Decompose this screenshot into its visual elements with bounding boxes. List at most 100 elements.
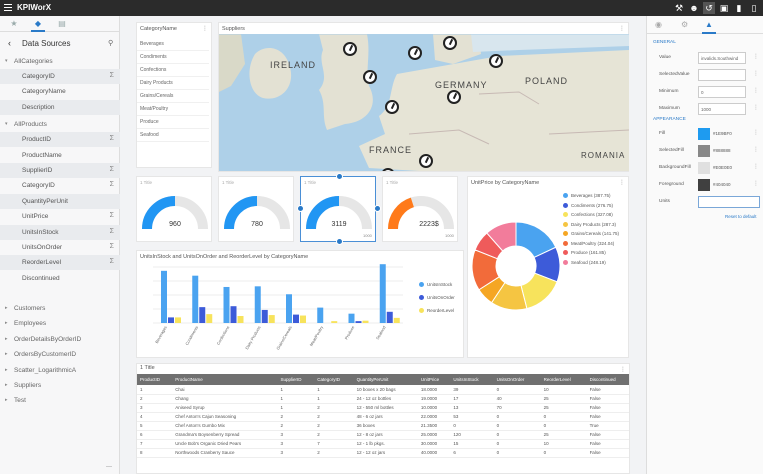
map-marker[interactable] [408,46,422,60]
reset-to-default-link[interactable]: Reset to default [725,214,757,219]
resize-handle[interactable] [336,238,343,245]
suppliers-map[interactable]: IRELAND GERMANY POLAND FRANCE ROMANIA [219,34,629,171]
settings-icon[interactable]: ⚙ [681,20,688,29]
share-icon[interactable]: ↺ [703,2,715,14]
user-icon[interactable]: ☻ [688,2,700,14]
grid-column-header[interactable]: Discontinued [586,374,629,385]
grid-column-header[interactable]: QuantityPerUnit [353,374,418,385]
tree-field[interactable]: CategoryID Σ [0,178,120,193]
tag-icon[interactable]: ◆ [32,19,44,29]
suppliers-map-panel[interactable]: Suppliers ⋮ IRELAND GERMANY POLAND FRANC… [218,22,629,172]
caret-right-icon[interactable]: ▸ [5,336,8,342]
property-menu-icon[interactable]: ⋮ [753,146,759,153]
tree-group[interactable]: ▾ AllCategories [0,54,120,69]
layout-icon[interactable]: ▮ [733,2,745,14]
grid-column-header[interactable]: SupplierID [277,374,315,385]
palette-icon[interactable]: ◉ [655,20,662,29]
grid-column-header[interactable]: UnitsOnOrder [493,374,541,385]
tree-group-collapsed[interactable]: ▸ Suppliers [0,378,120,393]
color-swatch[interactable] [698,179,710,191]
grid-column-header[interactable]: CategoryID [314,374,354,385]
resize-handle[interactable] [336,173,343,180]
window-icon[interactable]: ▯ [748,2,760,14]
caret-right-icon[interactable]: ▸ [5,397,8,403]
wrench-icon[interactable]: ⚒ [673,2,685,14]
table-row[interactable]: 7 Uncle Bob's Organic Dried Pears 3 7 12 - 1… [137,439,629,449]
caret-down-icon[interactable]: ▾ [5,58,8,64]
pie-chart-panel[interactable]: UnitPrice by CategoryName ⋮ Beverages (3… [467,176,629,358]
map-marker[interactable] [447,90,461,104]
tree-group-collapsed[interactable]: ▸ Scatter_LogarithmicA [0,363,120,378]
property-menu-icon[interactable]: ⋮ [753,87,759,94]
tree-field[interactable]: Discontinued [0,271,120,286]
category-list-item[interactable]: Condiments [137,51,209,64]
caret-right-icon[interactable]: ▸ [5,382,8,388]
gauge-panel[interactable]: 1 Title 960 [136,176,212,242]
bar-chart[interactable]: Beverages Condiments Confections Dairy Prod… [139,263,419,358]
resize-handle[interactable] [374,205,381,212]
caret-right-icon[interactable]: ▸ [5,305,8,311]
category-list-panel[interactable]: CategoryName ⋮ Beverages Condiments Confec… [136,22,212,168]
property-menu-icon[interactable]: ⋮ [753,163,759,170]
tree-group-collapsed[interactable]: ▸ OrderDetailsByOrderID [0,332,120,347]
tree-field[interactable]: ReorderLevel Σ [0,255,120,271]
tree-group-collapsed[interactable]: ▸ OrdersByCustomerID [0,347,120,362]
color-swatch[interactable] [698,145,710,157]
collapse-handle-icon[interactable]: — [106,464,112,470]
color-swatch[interactable] [698,128,710,140]
property-input[interactable]: 0 [698,86,746,98]
monitor-icon[interactable]: ▣ [718,2,730,14]
search-icon[interactable]: ⚲ [108,39,113,47]
category-list-item[interactable]: Confections [137,64,209,77]
category-list-item[interactable]: Seafood [137,129,209,142]
table-row[interactable]: 8 Northwoods Cranberry Sauce 3 2 12 - 12 oz … [137,448,629,458]
gauge-panel[interactable]: 1 Title 3119 1000 [297,173,381,245]
tree-field[interactable]: UnitsOnOrder Σ [0,240,120,255]
caret-right-icon[interactable]: ▸ [5,367,8,373]
property-menu-icon[interactable]: ⋮ [753,70,759,77]
panel-menu-icon[interactable]: ⋮ [619,179,625,186]
grid-column-header[interactable]: ProductID [137,374,173,385]
tree-group-collapsed[interactable]: ▸ Employees [0,316,120,331]
products-grid-panel[interactable]: 1 Title ⋮ ProductID ProductName SupplierID… [136,363,630,474]
tree-group-collapsed[interactable]: ▸ Test [0,393,120,408]
caret-down-icon[interactable]: ▾ [5,121,8,127]
table-row[interactable]: 3 Aniseed Syrup 1 2 12 - 550 ml bottles 10.00… [137,403,629,413]
panel-menu-icon[interactable]: ⋮ [202,25,208,32]
category-list-item[interactable]: Meat/Poultry [137,103,209,116]
back-chevron-icon[interactable]: ‹ [8,38,11,48]
category-list-item[interactable]: Produce [137,116,209,129]
category-list-item[interactable]: Grains/Cereals [137,90,209,103]
grid-column-header[interactable]: ReorderLevel [540,374,587,385]
paint-bucket-icon[interactable]: ▲ [705,20,713,29]
property-menu-icon[interactable]: ⋮ [753,129,759,136]
map-marker[interactable] [363,70,377,84]
tree-group-collapsed[interactable]: ▸ Customers [0,301,120,316]
panel-menu-icon[interactable]: ⋮ [620,366,626,373]
tree-group[interactable]: ▾ AllProducts [0,117,120,132]
tree-field[interactable]: UnitPrice Σ [0,209,120,224]
map-marker[interactable] [443,36,457,50]
property-input[interactable] [698,196,760,208]
tree-field[interactable]: ProductName [0,148,120,163]
grid-column-header[interactable]: ProductName [172,374,278,385]
map-marker[interactable] [489,54,503,68]
table-row[interactable]: 2 Chang 1 1 24 - 12 oz bottles 19.0000 17 40 25 F… [137,394,629,404]
category-list-item[interactable]: Dairy Products [137,77,209,90]
property-menu-icon[interactable]: ⋮ [753,180,759,187]
panel-menu-icon[interactable]: ⋮ [619,25,625,32]
table-row[interactable]: 1 Chai 1 1 10 boxes x 20 bags 18.0000 39 0 10 Fal… [137,385,629,395]
bar-chart-panel[interactable]: UnitsInStock and UnitsOnOrder and Reorde… [136,250,464,358]
tree-field[interactable]: Description [0,99,120,115]
map-marker[interactable] [385,100,399,114]
table-row[interactable]: 6 Grandma's Boysenberry Spread 3 2 12 - 8 oz… [137,430,629,440]
grid-column-header[interactable]: UnitPrice [417,374,451,385]
gauge-panel[interactable]: 1 Title 780 [218,176,294,242]
pie-chart[interactable] [471,221,561,311]
tree-field[interactable]: QuantityPerUnit [0,193,120,209]
tree-field[interactable]: SupplierID Σ [0,163,120,178]
star-icon[interactable]: ★ [8,19,20,29]
property-menu-icon[interactable]: ⋮ [753,53,759,60]
layers-icon[interactable]: ▤ [56,19,68,29]
property-input[interactable] [698,69,746,81]
